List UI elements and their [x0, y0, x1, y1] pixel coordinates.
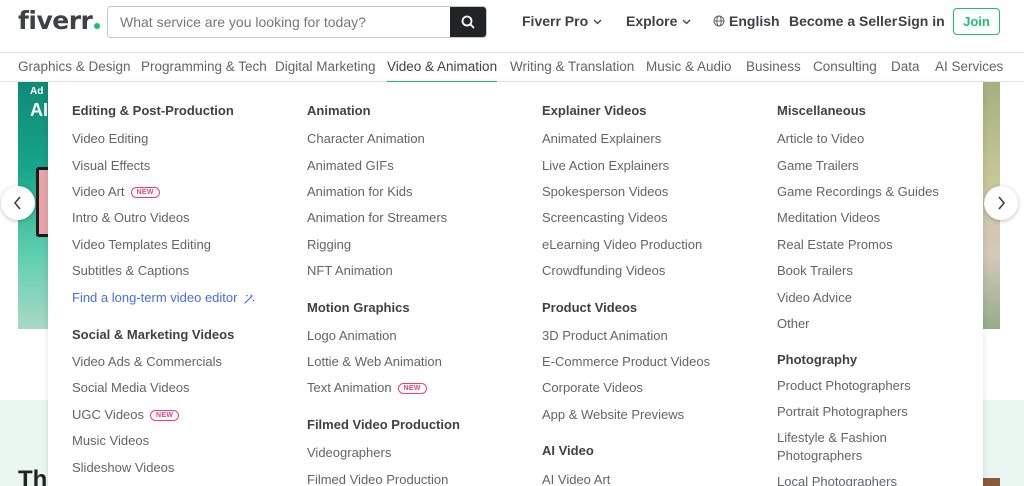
group-heading: AI Video [542, 443, 594, 458]
subcategory-link[interactable]: Lottie & Web Animation [307, 354, 442, 369]
globe-icon [713, 15, 725, 27]
subcategory-link[interactable]: Music Videos [72, 433, 149, 448]
group-heading: Social & Marketing Videos [72, 327, 235, 342]
join-button[interactable]: Join [953, 8, 1000, 35]
group-heading: Editing & Post-Production [72, 103, 234, 118]
new-badge: NEW [130, 187, 160, 198]
new-badge: NEW [150, 410, 180, 421]
subcategory-link[interactable]: Character Animation [307, 131, 425, 146]
section-title: Th [18, 466, 48, 486]
nav-sign-in[interactable]: Sign in [898, 13, 945, 29]
category-consulting[interactable]: Consulting [813, 59, 877, 74]
group-heading: Miscellaneous [777, 103, 866, 118]
subcategory-link[interactable]: Portrait Photographers [777, 404, 908, 419]
nav-language[interactable]: English [713, 13, 780, 29]
banner-text-large: AI [30, 100, 48, 120]
carousel-prev-button[interactable] [1, 186, 35, 220]
subcategory-link[interactable]: Real Estate Promos [777, 237, 893, 252]
nav-explore[interactable]: Explore [626, 13, 691, 29]
chevron-down-icon [593, 19, 602, 25]
subcategory-link[interactable]: Video Editing [72, 131, 148, 146]
subcategory-link-video-art[interactable]: Video Art NEW [72, 184, 160, 199]
nav-fiverr-pro[interactable]: Fiverr Pro [522, 13, 602, 29]
chevron-down-icon [682, 19, 691, 25]
magic-wand-icon [244, 293, 255, 304]
search-button[interactable] [450, 7, 486, 37]
subcategory-link[interactable]: Product Photographers [777, 378, 911, 393]
subcategory-link-ugc[interactable]: UGC Videos NEW [72, 407, 180, 422]
subcategory-link[interactable]: Video Templates Editing [72, 237, 211, 252]
subcategory-link[interactable]: Live Action Explainers [542, 158, 669, 173]
subcategory-link[interactable]: Video Advice [777, 290, 852, 305]
search-input[interactable]: What service are you looking for today? [120, 14, 366, 30]
subcategory-link[interactable]: Slideshow Videos [72, 460, 174, 475]
subcategory-link[interactable]: Subtitles & Captions [72, 263, 189, 278]
subcategory-link[interactable]: E-Commerce Product Videos [542, 354, 710, 369]
top-header: fiverr What service are you looking for … [0, 0, 1024, 46]
category-menu: Graphics & Design Programming & Tech Dig… [0, 52, 1024, 83]
subcategory-link[interactable]: Meditation Videos [777, 210, 880, 225]
category-writing-translation[interactable]: Writing & Translation [510, 59, 634, 74]
subcategory-link[interactable]: Visual Effects [72, 158, 150, 173]
logo-dot [94, 23, 101, 29]
search-icon [461, 15, 475, 29]
category-ai-services[interactable]: AI Services [935, 59, 1003, 74]
fiverr-logo[interactable]: fiverr [18, 6, 101, 35]
subcategory-link[interactable]: Screencasting Videos [542, 210, 668, 225]
carousel-next-button[interactable] [984, 186, 1018, 220]
subcategory-link[interactable]: Article to Video [777, 131, 864, 146]
subcategory-link[interactable]: eLearning Video Production [542, 237, 702, 252]
group-heading: Photography [777, 352, 858, 367]
category-digital-marketing[interactable]: Digital Marketing [275, 59, 376, 74]
subcategory-link[interactable]: Book Trailers [777, 263, 853, 278]
group-heading: Explainer Videos [542, 103, 647, 118]
subcategory-link[interactable]: Videographers [307, 445, 391, 460]
subcategory-link[interactable]: Corporate Videos [542, 380, 643, 395]
subcategory-link[interactable]: Crowdfunding Videos [542, 263, 665, 278]
group-heading: Filmed Video Production [307, 417, 460, 432]
subcategory-link[interactable]: 3D Product Animation [542, 328, 668, 343]
link-line: Lifestyle & Fashion [777, 430, 887, 445]
subcategory-link[interactable]: Video Ads & Commercials [72, 354, 222, 369]
chevron-right-icon [998, 196, 1006, 210]
subcategory-link[interactable]: Animation for Kids [307, 184, 413, 199]
new-badge: NEW [397, 383, 427, 394]
subcategory-link[interactable]: Rigging [307, 237, 351, 252]
subcategory-link[interactable]: Logo Animation [307, 328, 397, 343]
subcategory-link[interactable]: Other [777, 316, 810, 331]
category-business[interactable]: Business [746, 59, 801, 74]
chevron-left-icon [13, 196, 21, 210]
category-music-audio[interactable]: Music & Audio [646, 59, 732, 74]
subcategory-link[interactable]: Local Photographers [777, 474, 897, 486]
subcategory-link[interactable]: Intro & Outro Videos [72, 210, 190, 225]
subcategory-link[interactable]: NFT Animation [307, 263, 393, 278]
subcategory-link[interactable]: Animation for Streamers [307, 210, 447, 225]
video-animation-dropdown: Editing & Post-Production Video Editing … [48, 82, 983, 486]
category-graphics-design[interactable]: Graphics & Design [18, 59, 131, 74]
banner-text-small: Ad [30, 86, 44, 97]
subcategory-link-text-animation[interactable]: Text Animation NEW [307, 380, 427, 395]
link-line: Photographers [777, 448, 863, 463]
bottom-right-image [983, 478, 1000, 486]
category-data[interactable]: Data [891, 59, 920, 74]
subcategory-link[interactable]: Game Trailers [777, 158, 859, 173]
category-video-animation[interactable]: Video & Animation [387, 59, 498, 83]
subcategory-link[interactable]: AI Video Art [542, 472, 610, 486]
group-heading: Product Videos [542, 300, 638, 315]
subcategory-link[interactable]: Game Recordings & Guides [777, 184, 939, 199]
banner-laptop-graphic [36, 167, 48, 237]
search-bar[interactable]: What service are you looking for today? [107, 6, 487, 38]
category-programming-tech[interactable]: Programming & Tech [141, 59, 267, 74]
subcategory-link[interactable]: App & Website Previews [542, 407, 684, 422]
subcategory-link[interactable]: Social Media Videos [72, 380, 190, 395]
nav-become-seller[interactable]: Become a Seller [789, 13, 897, 29]
group-heading: Motion Graphics [307, 300, 410, 315]
subcategory-link[interactable]: Spokesperson Videos [542, 184, 668, 199]
subcategory-link-lifestyle-fashion[interactable]: Lifestyle & Fashion Photographers [777, 430, 887, 463]
find-video-editor-link[interactable]: Find a long-term video editor [72, 290, 255, 305]
subcategory-link[interactable]: Animated GIFs [307, 158, 394, 173]
subcategory-link[interactable]: Animated Explainers [542, 131, 661, 146]
group-heading: Animation [307, 103, 371, 118]
subcategory-link[interactable]: Filmed Video Production [307, 472, 448, 486]
